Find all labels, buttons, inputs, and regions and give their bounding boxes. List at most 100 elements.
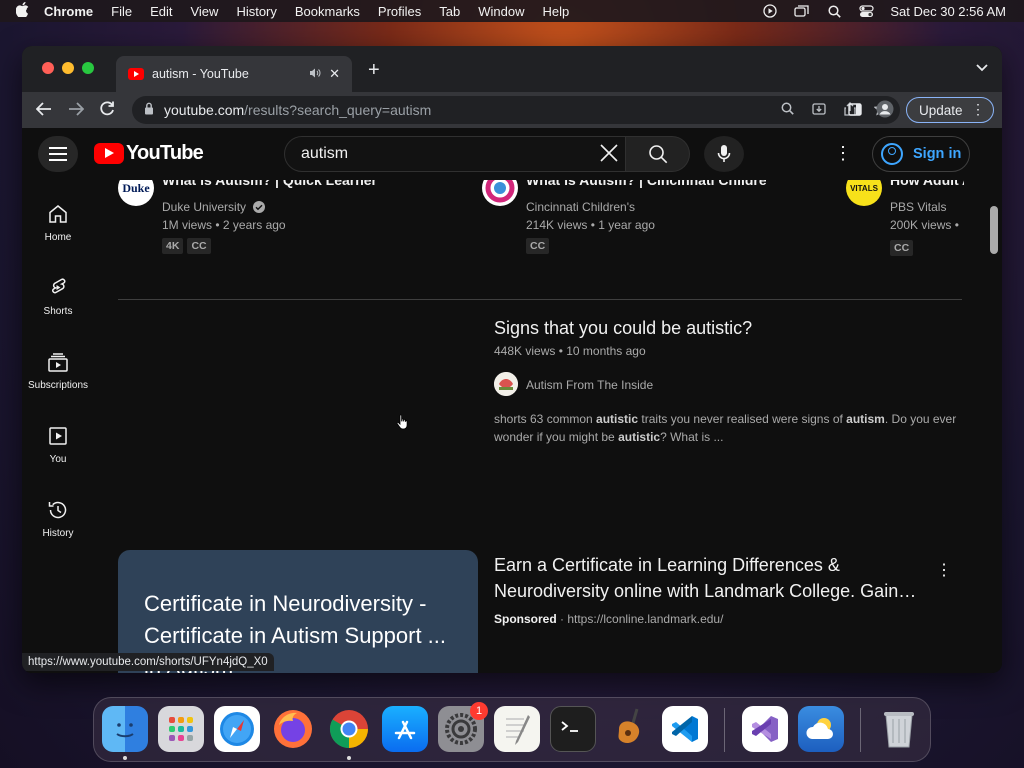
- section-divider: [118, 299, 962, 300]
- channel-name[interactable]: Autism From The Inside: [526, 378, 653, 392]
- ad-title[interactable]: Earn a Certificate in Learning Differenc…: [494, 552, 924, 604]
- menu-edit[interactable]: Edit: [150, 4, 172, 19]
- ad-url[interactable]: https://lconline.landmark.edu/: [567, 612, 723, 626]
- menu-window[interactable]: Window: [478, 4, 524, 19]
- menu-file[interactable]: File: [111, 4, 132, 19]
- sponsored-label: Sponsored: [494, 612, 557, 626]
- badge-4k: 4K: [162, 238, 184, 254]
- window-close-button[interactable]: [42, 62, 54, 74]
- tab-youtube[interactable]: autism - YouTube ✕: [116, 56, 352, 92]
- browser-toolbar: youtube.com/results?search_query=autism …: [22, 92, 1002, 128]
- spotlight-search-icon[interactable]: [826, 4, 842, 18]
- page-scrollbar[interactable]: [990, 206, 998, 254]
- tab-close-icon[interactable]: ✕: [329, 66, 340, 82]
- channel-name[interactable]: Duke University: [162, 200, 266, 214]
- menu-profiles[interactable]: Profiles: [378, 4, 421, 19]
- channel-name[interactable]: Cincinnati Children's: [526, 200, 635, 214]
- garageband-icon[interactable]: [606, 706, 652, 752]
- play-status-icon[interactable]: [762, 4, 778, 18]
- menu-help[interactable]: Help: [543, 4, 570, 19]
- launchpad-icon[interactable]: [158, 706, 204, 752]
- badge-cc: CC: [187, 238, 211, 254]
- chrome-window: autism - YouTube ✕ + youtube.com/results…: [22, 46, 1002, 673]
- tab-audio-icon[interactable]: [309, 68, 321, 81]
- trash-icon[interactable]: [876, 706, 922, 752]
- badge-cc: CC: [890, 240, 914, 256]
- youtube-play-logo-icon: [94, 143, 124, 164]
- you-icon: [49, 427, 67, 445]
- menu-tab[interactable]: Tab: [439, 4, 460, 19]
- address-bar[interactable]: youtube.com/results?search_query=autism: [132, 96, 900, 124]
- hand-cursor-icon: [396, 414, 410, 433]
- sidebar-label: Home: [44, 232, 72, 243]
- status-bubble-url: https://www.youtube.com/shorts/UFYn4jdQ_…: [22, 653, 274, 671]
- window-minimize-button[interactable]: [62, 62, 74, 74]
- textedit-icon[interactable]: [494, 706, 540, 752]
- video-title[interactable]: Signs that you could be autistic?: [494, 318, 752, 339]
- menu-history[interactable]: History: [236, 4, 276, 19]
- chrome-menu-kebab-icon[interactable]: ⋮: [971, 101, 985, 118]
- voice-search-button[interactable]: [704, 136, 744, 172]
- badges: 4K CC: [162, 238, 211, 254]
- system-settings-icon[interactable]: 1: [438, 702, 488, 752]
- video-meta: 200K views •: [890, 218, 959, 232]
- dock-separator: [860, 708, 861, 752]
- chrome-update-button[interactable]: Update ⋮: [906, 97, 994, 123]
- channel-name-text: Duke University: [162, 200, 247, 214]
- back-arrow-icon[interactable]: [35, 100, 52, 120]
- channel-name[interactable]: PBS Vitals: [890, 200, 946, 214]
- toolbar-right-group: [848, 100, 894, 121]
- control-center-icon[interactable]: [858, 4, 874, 18]
- video-meta: 448K views • 10 months ago: [494, 344, 646, 358]
- site-info-lock-icon[interactable]: [144, 102, 154, 118]
- desc-highlight: autistic: [596, 412, 639, 426]
- search-input[interactable]: autism: [284, 136, 626, 172]
- forward-arrow-icon[interactable]: [68, 100, 85, 120]
- sign-in-button[interactable]: Sign in: [872, 136, 970, 172]
- clear-search-icon[interactable]: [599, 143, 619, 167]
- ad-menu-kebab-icon[interactable]: ⋮: [936, 560, 952, 580]
- guide-menu-icon[interactable]: [38, 136, 78, 172]
- vscode-icon[interactable]: [662, 706, 708, 752]
- app-store-icon[interactable]: [382, 706, 428, 752]
- sidebar-label: You: [49, 454, 67, 465]
- sidebar-item-subscriptions[interactable]: Subscriptions: [22, 350, 94, 391]
- screen-mirror-icon[interactable]: [794, 4, 810, 18]
- youtube-logo[interactable]: YouTube: [94, 142, 204, 165]
- terminal-icon[interactable]: [550, 706, 596, 752]
- menu-app-name[interactable]: Chrome: [44, 4, 93, 19]
- side-panel-icon[interactable]: [848, 102, 862, 119]
- reload-icon[interactable]: [100, 100, 115, 120]
- settings-kebab-icon[interactable]: ⋮: [834, 144, 852, 162]
- badges: CC: [526, 238, 550, 254]
- apple-menu-icon[interactable]: [0, 1, 44, 20]
- subscriptions-icon: [48, 353, 68, 372]
- install-app-icon[interactable]: [812, 102, 826, 119]
- menu-bookmarks[interactable]: Bookmarks: [295, 4, 360, 19]
- channel-avatar[interactable]: [494, 372, 518, 396]
- view-count: 1M views: [162, 218, 213, 232]
- sidebar-item-shorts[interactable]: Shorts: [22, 276, 94, 317]
- sidebar-item-home[interactable]: Home: [22, 202, 94, 243]
- chrome-icon[interactable]: [326, 706, 372, 752]
- profile-avatar-icon[interactable]: [876, 100, 894, 121]
- safari-icon[interactable]: [214, 706, 260, 752]
- sidebar-item-you[interactable]: You: [22, 424, 94, 465]
- weather-icon[interactable]: [798, 706, 844, 752]
- tab-search-chevron-icon[interactable]: [976, 61, 988, 75]
- running-indicator: [123, 756, 127, 760]
- search-tab-icon[interactable]: [781, 102, 794, 119]
- window-zoom-button[interactable]: [82, 62, 94, 74]
- menu-view[interactable]: View: [190, 4, 218, 19]
- visual-studio-icon[interactable]: [742, 706, 788, 752]
- search-button[interactable]: [626, 136, 690, 172]
- sidebar-label: Shorts: [43, 306, 73, 317]
- finder-icon[interactable]: [102, 706, 148, 752]
- firefox-icon[interactable]: [270, 706, 316, 752]
- menu-bar: Chrome File Edit View History Bookmarks …: [0, 0, 1024, 22]
- tab-title: autism - YouTube: [152, 67, 249, 81]
- sidebar-item-history[interactable]: History: [22, 498, 94, 539]
- menu-clock[interactable]: Sat Dec 30 2:56 AM: [890, 4, 1006, 19]
- new-tab-button[interactable]: +: [368, 60, 380, 80]
- badge-cc: CC: [526, 238, 550, 254]
